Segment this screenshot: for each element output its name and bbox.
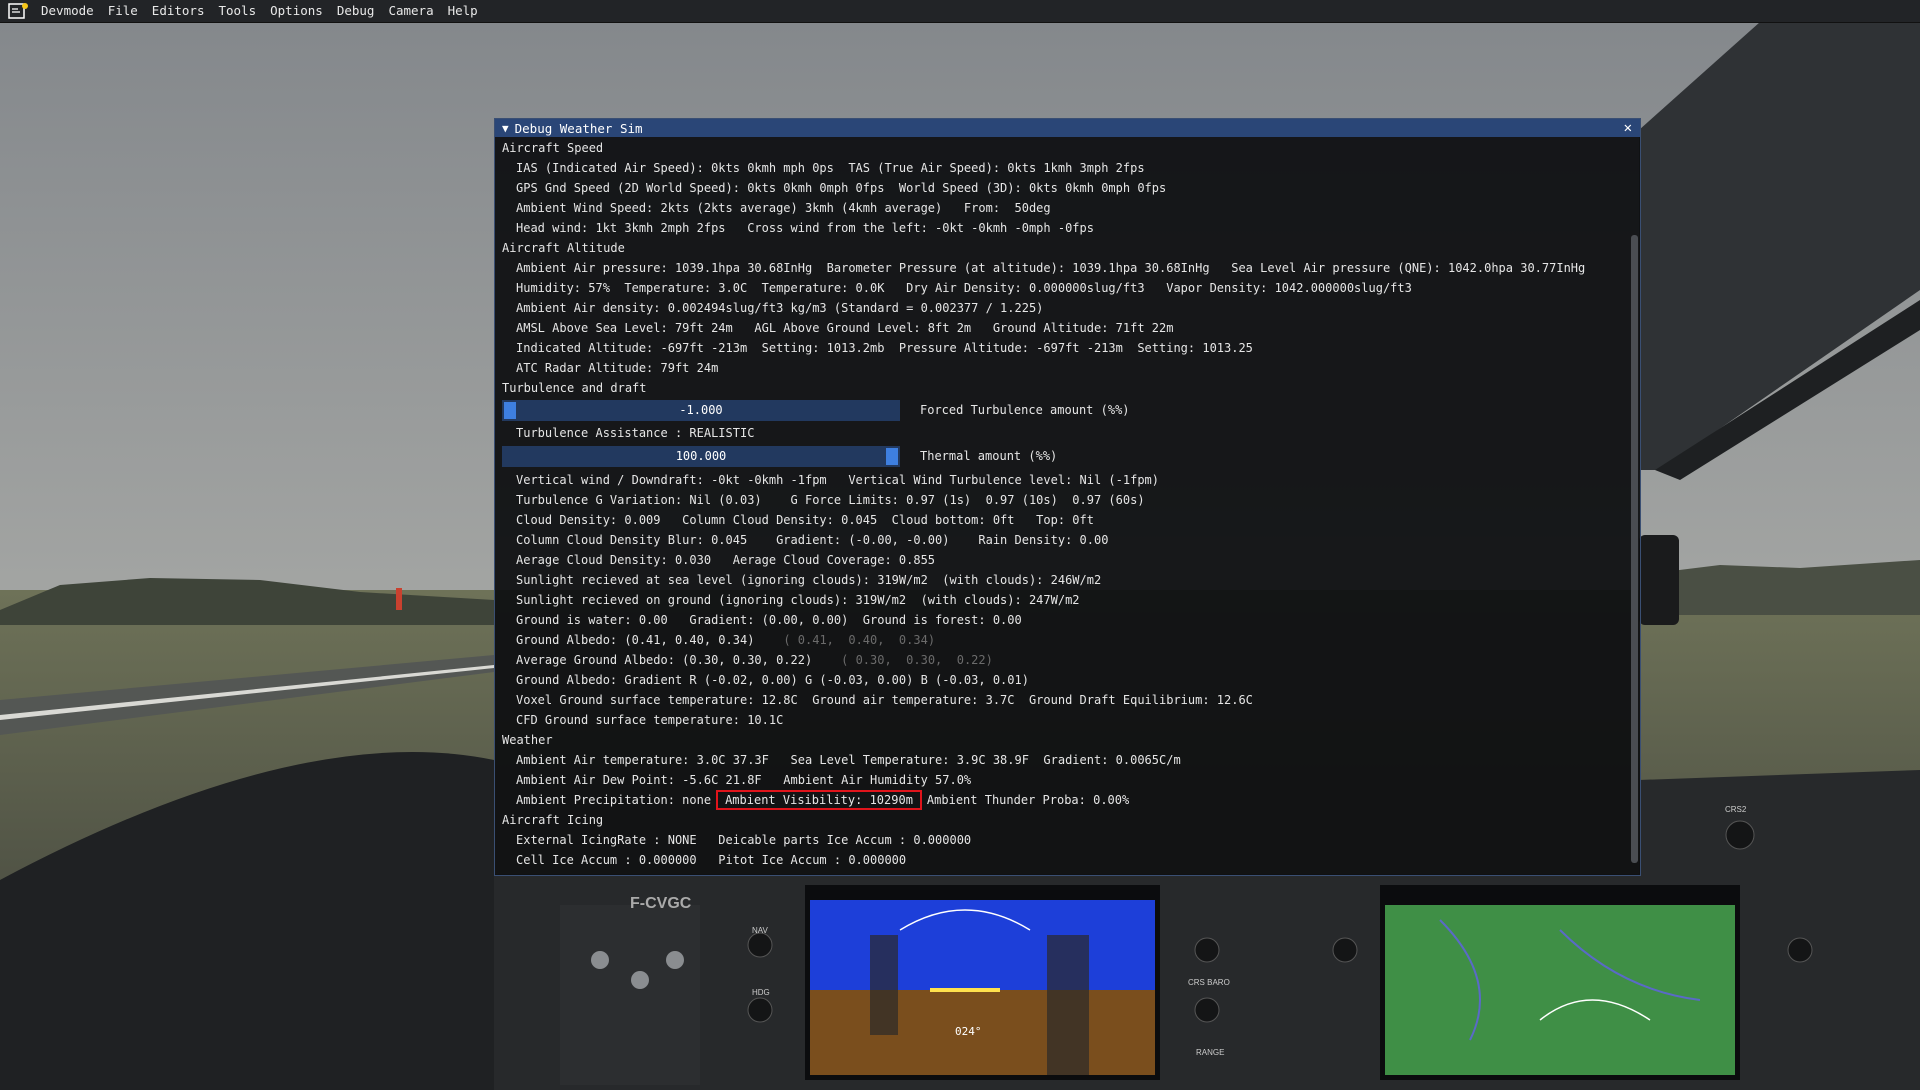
window-title: Debug Weather Sim — [514, 120, 643, 136]
visibility-highlight: Ambient Visibility: 10290m — [716, 790, 922, 810]
pfd-ground — [810, 990, 1155, 1075]
average-albedo-line: Average Ground Albedo: (0.30, 0.30, 0.22… — [495, 650, 993, 670]
window-content: Aircraft Speed IAS (Indicated Air Speed)… — [495, 138, 1640, 875]
slider-grab-handle[interactable] — [886, 448, 898, 465]
pfd-altitude-tape — [1047, 935, 1089, 1075]
thermal-value: 100.000 — [675, 449, 727, 463]
range-knob[interactable] — [1194, 997, 1220, 1023]
menu-camera[interactable]: Camera — [381, 0, 440, 22]
albedo-gradient-line: Ground Albedo: Gradient R (-0.02, 0.00) … — [516, 673, 1029, 687]
menu-tools[interactable]: Tools — [211, 0, 263, 22]
nav-knob-2[interactable] — [1332, 937, 1358, 963]
average-cloud-line: Aerage Cloud Density: 0.030 Aerage Cloud… — [516, 553, 936, 567]
thermal-label: Thermal amount (%%) — [920, 449, 1058, 463]
ambient-temperature-line: Ambient Air temperature: 3.0C 37.3F Sea … — [516, 753, 1181, 767]
windsock — [396, 588, 402, 610]
forced-turbulence-label: Forced Turbulence amount (%%) — [920, 403, 1130, 417]
hdg-knob[interactable] — [747, 997, 773, 1023]
menu-bar: Devmode File Editors Tools Options Debug… — [0, 0, 1920, 23]
sunlight-sea-line: Sunlight recieved at sea level (ignoring… — [516, 573, 1102, 587]
close-icon[interactable]: ✕ — [1624, 120, 1632, 136]
dew-point-line: Ambient Air Dew Point: -5.6C 21.8F Ambie… — [516, 773, 972, 787]
registration-label: F-CVGC — [630, 895, 692, 912]
section-weather: Weather — [502, 733, 553, 747]
forced-turbulence-value: -1.000 — [679, 403, 723, 417]
gps-line: GPS Gnd Speed (2D World Speed): 0kts 0km… — [516, 181, 1167, 195]
ground-water-line: Ground is water: 0.00 Gradient: (0.00, 0… — [516, 613, 1022, 627]
hdg-label: HDG — [752, 988, 770, 997]
collapse-triangle-icon[interactable]: ▼ — [502, 122, 509, 135]
window-titlebar[interactable]: ▼ Debug Weather Sim ✕ — [495, 119, 1640, 137]
section-aircraft-altitude: Aircraft Altitude — [502, 241, 625, 255]
turbulence-g-line: Turbulence G Variation: Nil (0.03) G For… — [516, 493, 1145, 507]
sunlight-ground-line: Sunlight recieved on ground (ignoring cl… — [516, 593, 1080, 607]
section-aircraft-icing: Aircraft Icing — [502, 813, 604, 827]
forced-turbulence-slider[interactable]: -1.000 — [502, 400, 900, 421]
atc-radar-line: ATC Radar Altitude: 79ft 24m — [516, 361, 719, 375]
switch-1[interactable] — [591, 951, 609, 969]
ambient-wind-line: Ambient Wind Speed: 2kts (2kts average) … — [516, 201, 1051, 215]
turbulence-assistance-line: Turbulence Assistance : REALISTIC — [516, 426, 755, 440]
cloud-density-line: Cloud Density: 0.009 Column Cloud Densit… — [516, 513, 1094, 527]
head-wind-line: Head wind: 1kt 3kmh 2mph 2fps Cross wind… — [516, 221, 1094, 235]
menu-options[interactable]: Options — [263, 0, 330, 22]
devmode-logo-icon — [8, 3, 28, 19]
indicated-altitude-line: Indicated Altitude: -697ft -213m Setting… — [516, 341, 1253, 355]
precipitation-line: Ambient Precipitation: none Ambient Visib… — [495, 790, 1129, 810]
crs2-knob[interactable] — [1725, 820, 1755, 850]
range-label: RANGE — [1196, 1048, 1224, 1057]
cfd-ground-line: CFD Ground surface temperature: 10.1C — [516, 713, 784, 727]
debug-weather-window: ▼ Debug Weather Sim ✕ Aircraft Speed IAS… — [494, 118, 1641, 876]
thunder-value: Ambient Thunder Proba: 0.00% — [926, 793, 1130, 807]
ground-albedo-line: Ground Albedo: (0.41, 0.40, 0.34) ( 0.41… — [495, 630, 935, 650]
average-albedo-preview: ( 0.30, 0.30, 0.22) — [841, 653, 993, 667]
crs-baro-knob[interactable] — [1194, 937, 1220, 963]
menu-debug[interactable]: Debug — [330, 0, 382, 22]
slider-grab-handle[interactable] — [504, 402, 516, 419]
ground-albedo-preview: ( 0.41, 0.40, 0.34) — [783, 633, 936, 647]
menu-help[interactable]: Help — [441, 0, 485, 22]
section-aircraft-speed: Aircraft Speed — [502, 141, 604, 155]
humidity-line: Humidity: 57% Temperature: 3.0C Temperat… — [516, 281, 1412, 295]
vertical-wind-line: Vertical wind / Downdraft: -0kt -0kmh -1… — [516, 473, 1159, 487]
menu-editors[interactable]: Editors — [145, 0, 212, 22]
precipitation-value: Ambient Precipitation: none — [516, 793, 712, 807]
side-mirror — [1639, 535, 1679, 625]
amsl-line: AMSL Above Sea Level: 79ft 24m AGL Above… — [516, 321, 1174, 335]
switch-3[interactable] — [666, 951, 684, 969]
crs-baro-knob-2[interactable] — [1787, 937, 1813, 963]
menu-file[interactable]: File — [101, 0, 145, 22]
menu-devmode[interactable]: Devmode — [34, 0, 101, 22]
nav-knob[interactable] — [747, 932, 773, 958]
crs2-label: CRS2 — [1725, 805, 1747, 814]
section-turbulence: Turbulence and draft — [502, 381, 647, 395]
crs-baro-label: CRS BARO — [1188, 978, 1230, 987]
pfd-attitude-bar — [930, 988, 1000, 992]
pfd-heading: 024° — [955, 1025, 982, 1038]
switch-2[interactable] — [631, 971, 649, 989]
pfd-sky — [810, 900, 1155, 990]
switch-panel — [560, 905, 700, 1085]
average-albedo-value: Average Ground Albedo: (0.30, 0.30, 0.22… — [516, 653, 813, 667]
ground-albedo-value: Ground Albedo: (0.41, 0.40, 0.34) — [516, 633, 755, 647]
pfd-airspeed-tape — [870, 935, 898, 1035]
nav-label: NAV — [752, 926, 769, 935]
icing-rate-line: External IcingRate : NONE Deicable parts… — [516, 833, 972, 847]
scrollbar[interactable] — [1631, 235, 1638, 863]
air-density-line: Ambient Air density: 0.002494slug/ft3 kg… — [516, 301, 1044, 315]
voxel-ground-line: Voxel Ground surface temperature: 12.8C … — [516, 693, 1253, 707]
ambient-pressure-line: Ambient Air pressure: 1039.1hpa 30.68InH… — [516, 261, 1586, 275]
column-cloud-blur-line: Column Cloud Density Blur: 0.045 Gradien… — [516, 533, 1109, 547]
cell-ice-line: Cell Ice Accum : 0.000000 Pitot Ice Accu… — [516, 853, 907, 867]
ias-line: IAS (Indicated Air Speed): 0kts 0kmh mph… — [516, 161, 1145, 175]
thermal-slider[interactable]: 100.000 — [502, 446, 900, 467]
